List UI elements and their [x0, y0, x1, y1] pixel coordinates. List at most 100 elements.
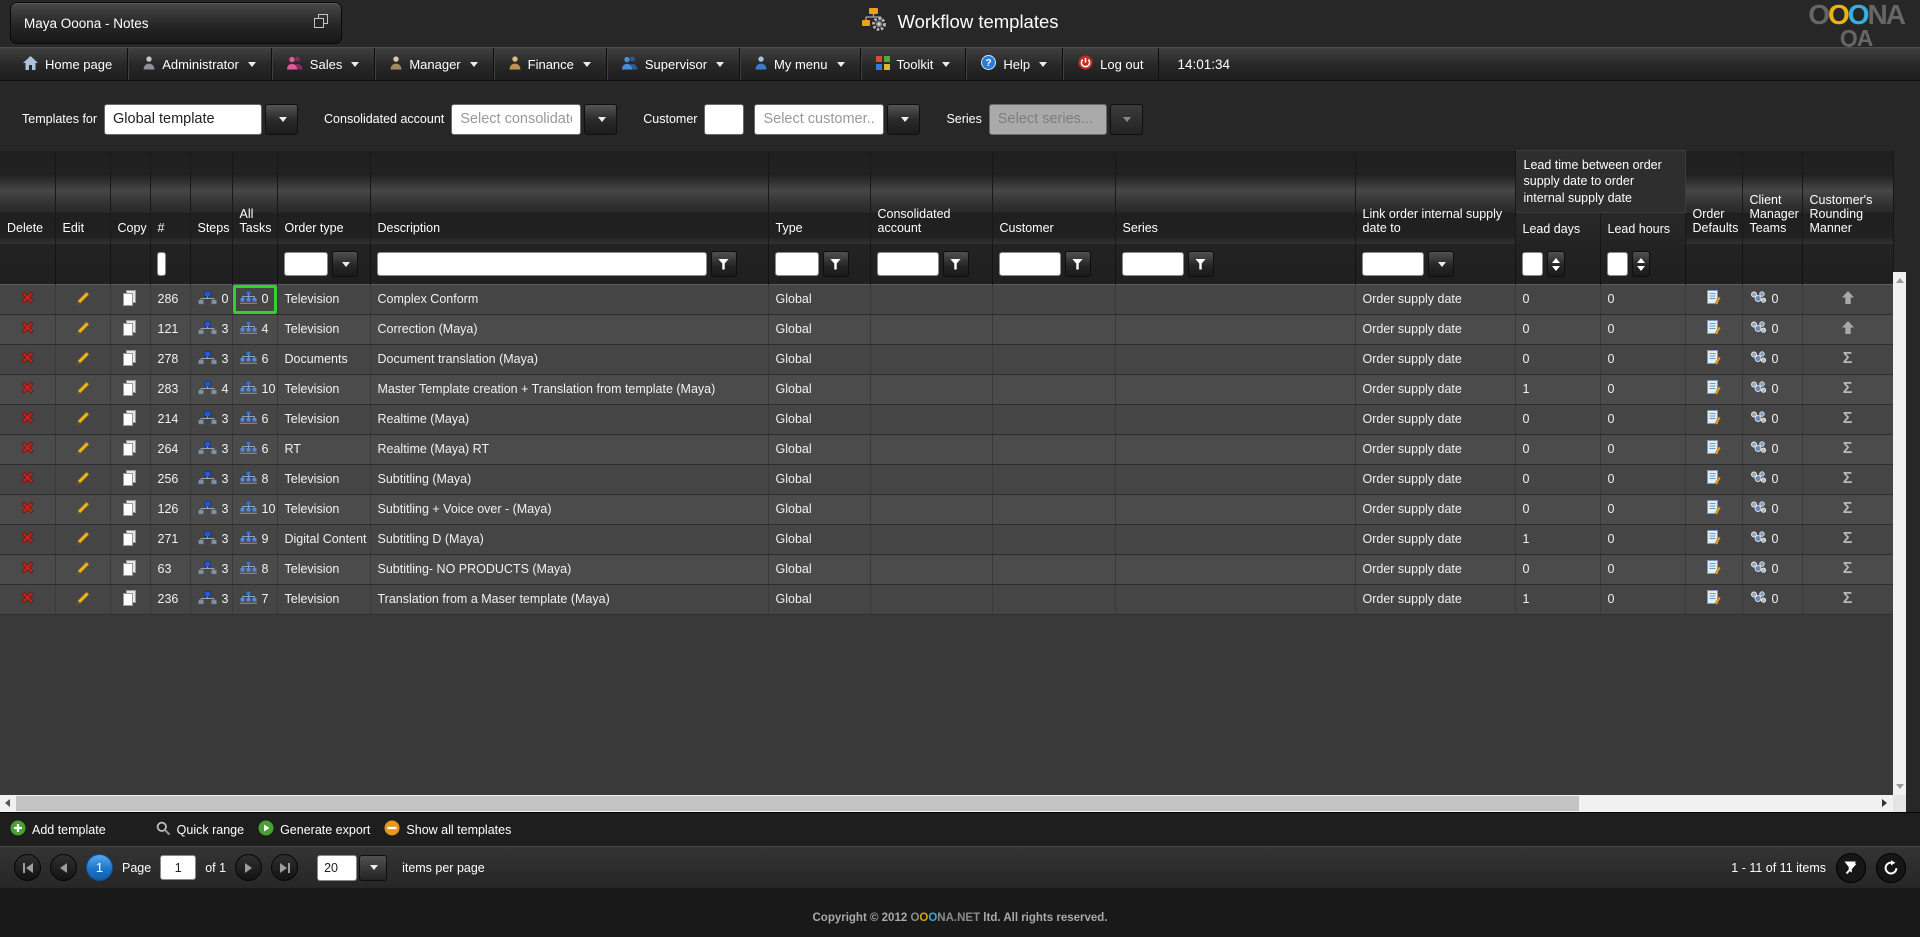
- steps-icon[interactable]: [198, 531, 217, 548]
- client-manager-teams-icon[interactable]: [1750, 321, 1767, 337]
- delete-icon[interactable]: [21, 351, 34, 367]
- copy-icon[interactable]: [123, 590, 137, 609]
- lead-hours-spinner[interactable]: [1632, 251, 1650, 277]
- all-tasks-icon[interactable]: [240, 501, 257, 517]
- delete-icon[interactable]: [21, 381, 34, 397]
- delete-icon[interactable]: [21, 411, 34, 427]
- edit-pencil-icon[interactable]: [76, 291, 90, 308]
- col-copy[interactable]: Copy: [110, 151, 150, 245]
- scroll-down-icon[interactable]: [1896, 784, 1904, 789]
- add-template-button[interactable]: Add template: [10, 820, 106, 839]
- order-defaults-icon[interactable]: [1707, 440, 1721, 458]
- nav-supervisor[interactable]: Supervisor: [607, 48, 740, 80]
- steps-icon[interactable]: [198, 441, 217, 458]
- number-filter-input[interactable]: [157, 252, 166, 276]
- delete-icon[interactable]: [21, 591, 34, 607]
- link-date-filter-input[interactable]: [1362, 252, 1424, 276]
- customer-dropdown-button[interactable]: [887, 104, 920, 135]
- steps-icon[interactable]: [198, 351, 217, 368]
- templates-for-input[interactable]: [104, 104, 262, 135]
- edit-pencil-icon[interactable]: [76, 381, 90, 398]
- edit-pencil-icon[interactable]: [76, 351, 90, 368]
- col-order-type[interactable]: Order type: [277, 151, 370, 245]
- delete-icon[interactable]: [21, 291, 34, 307]
- consolidated-account-input[interactable]: [451, 104, 581, 135]
- col-all-tasks[interactable]: All Tasks: [232, 151, 277, 245]
- horizontal-scroll-thumb[interactable]: [16, 796, 1579, 811]
- col-customers-rounding-manner[interactable]: Customer's Rounding Manner: [1802, 151, 1893, 245]
- steps-icon[interactable]: [198, 381, 217, 398]
- refresh-button[interactable]: [1876, 853, 1906, 883]
- nav-log-out[interactable]: Log out: [1063, 48, 1159, 80]
- show-all-templates-button[interactable]: Show all templates: [384, 820, 511, 839]
- nav-my-menu[interactable]: My menu: [740, 48, 860, 80]
- current-page-button[interactable]: 1: [86, 854, 113, 881]
- col-lead-hours[interactable]: Lead hours: [1600, 212, 1685, 244]
- type-filter-button[interactable]: [823, 251, 849, 277]
- client-manager-teams-icon[interactable]: [1750, 561, 1767, 577]
- col-lead-days[interactable]: Lead days: [1515, 212, 1600, 244]
- nav-finance[interactable]: Finance: [494, 48, 607, 80]
- nav-toolkit[interactable]: Toolkit: [861, 48, 967, 80]
- lead-hours-filter-input[interactable]: [1607, 252, 1628, 276]
- edit-pencil-icon[interactable]: [76, 321, 90, 338]
- lead-days-filter-input[interactable]: [1522, 252, 1543, 276]
- next-page-button[interactable]: [235, 854, 262, 881]
- consolidated-filter-input[interactable]: [877, 252, 939, 276]
- horizontal-scrollbar[interactable]: [0, 795, 1893, 812]
- all-tasks-icon[interactable]: [240, 441, 257, 457]
- scroll-up-icon[interactable]: [1896, 278, 1904, 283]
- delete-icon[interactable]: [21, 531, 34, 547]
- col-order-defaults[interactable]: Order Defaults: [1685, 151, 1742, 245]
- client-manager-teams-icon[interactable]: [1750, 471, 1767, 487]
- delete-icon[interactable]: [21, 321, 34, 337]
- copy-icon[interactable]: [123, 320, 137, 339]
- nav-help[interactable]: ? Help: [966, 48, 1063, 80]
- templates-for-dropdown-button[interactable]: [265, 104, 298, 135]
- order-defaults-icon[interactable]: [1707, 290, 1721, 308]
- col-series[interactable]: Series: [1115, 151, 1355, 245]
- order-defaults-icon[interactable]: [1707, 410, 1721, 428]
- edit-pencil-icon[interactable]: [76, 441, 90, 458]
- copy-icon[interactable]: [123, 380, 137, 399]
- page-number-input[interactable]: [160, 855, 196, 880]
- col-link-order-date[interactable]: Link order internal supply date to: [1355, 151, 1515, 245]
- all-tasks-icon[interactable]: [240, 351, 257, 367]
- all-tasks-icon[interactable]: [240, 411, 257, 427]
- order-type-filter-input[interactable]: [284, 252, 328, 276]
- customer-filter-button[interactable]: [1065, 251, 1091, 277]
- edit-pencil-icon[interactable]: [76, 501, 90, 518]
- delete-icon[interactable]: [21, 501, 34, 517]
- order-type-filter-dropdown[interactable]: [332, 251, 358, 277]
- client-manager-teams-icon[interactable]: [1750, 591, 1767, 607]
- edit-pencil-icon[interactable]: [76, 471, 90, 488]
- edit-pencil-icon[interactable]: [76, 591, 90, 608]
- order-defaults-icon[interactable]: [1707, 500, 1721, 518]
- delete-icon[interactable]: [21, 441, 34, 457]
- consolidated-account-dropdown-button[interactable]: [584, 104, 617, 135]
- page-size-input[interactable]: [317, 855, 357, 881]
- client-manager-teams-icon[interactable]: [1750, 351, 1767, 367]
- copy-icon[interactable]: [123, 530, 137, 549]
- copy-icon[interactable]: [123, 440, 137, 459]
- col-edit[interactable]: Edit: [55, 151, 110, 245]
- nav-administrator[interactable]: Administrator: [128, 48, 272, 80]
- steps-icon[interactable]: [198, 471, 217, 488]
- all-tasks-icon[interactable]: [240, 561, 257, 577]
- customer-input[interactable]: [754, 104, 884, 135]
- order-defaults-icon[interactable]: [1707, 380, 1721, 398]
- order-defaults-icon[interactable]: [1707, 530, 1721, 548]
- steps-icon[interactable]: [198, 321, 217, 338]
- all-tasks-icon[interactable]: [240, 321, 257, 337]
- client-manager-teams-icon[interactable]: [1750, 411, 1767, 427]
- col-customer[interactable]: Customer: [992, 151, 1115, 245]
- prev-page-button[interactable]: [50, 854, 77, 881]
- client-manager-teams-icon[interactable]: [1750, 531, 1767, 547]
- copy-icon[interactable]: [123, 290, 137, 309]
- series-filter-input[interactable]: [1122, 252, 1184, 276]
- nav-manager[interactable]: Manager: [375, 48, 493, 80]
- description-filter-input[interactable]: [377, 252, 707, 276]
- link-date-filter-dropdown[interactable]: [1428, 251, 1454, 277]
- consolidated-filter-button[interactable]: [943, 251, 969, 277]
- steps-icon[interactable]: [198, 591, 217, 608]
